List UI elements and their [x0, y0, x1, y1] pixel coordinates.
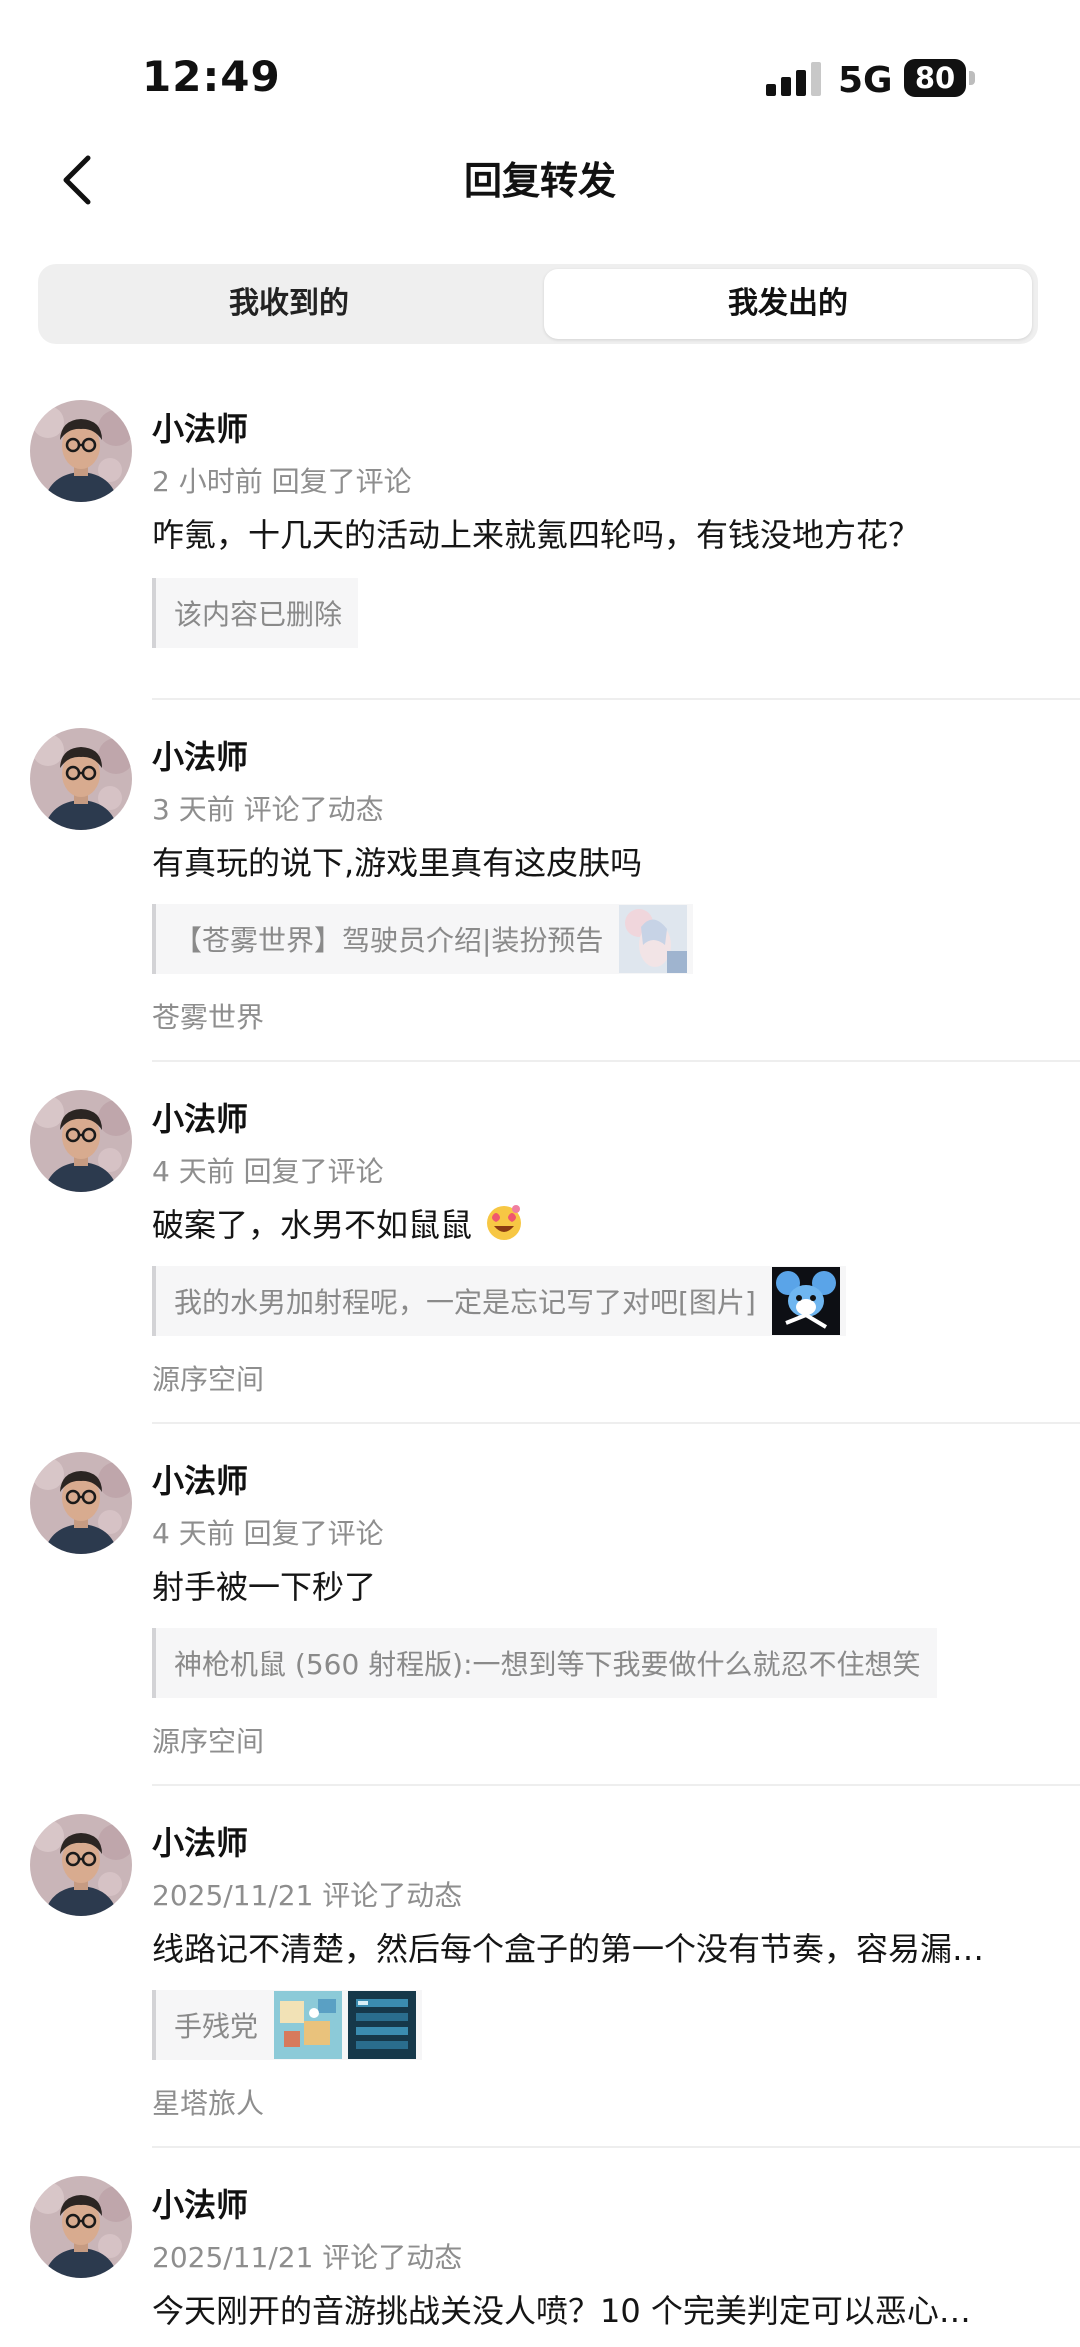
status-time: 12:49 [142, 52, 281, 101]
user-name: 小法师 [152, 738, 249, 776]
list-item[interactable]: 小法师 2025/11/21 评论了动态 线路记不清楚，然后每个盒子的第一个没有… [0, 1814, 1080, 2144]
user-name: 小法师 [152, 1100, 249, 1138]
list-item[interactable]: 小法师 4 天前 回复了评论 破案了，水男不如鼠鼠 我的水男加射程呢，一定是忘记… [0, 1090, 1080, 1420]
list-item[interactable]: 小法师 2025/11/21 评论了动态 今天刚开的音游挑战关没人喷？10 个完… [0, 2176, 1080, 2347]
quote-thumbnail [348, 1991, 417, 2059]
character-thumbnail-image [619, 905, 688, 973]
divider [152, 1784, 1080, 1786]
user-name: 小法师 [152, 1824, 249, 1862]
avatar[interactable] [30, 400, 132, 502]
avatar-image [30, 728, 132, 830]
quoted-text: 【苍雾世界】驾驶员介绍|装扮预告 [174, 924, 604, 957]
user-name: 小法师 [152, 2186, 249, 2224]
tab-sent[interactable]: 我发出的 [544, 269, 1032, 339]
reply-content: 有真玩的说下,游戏里真有这皮肤吗 [152, 844, 643, 882]
item-meta: 2025/11/21 评论了动态 [152, 1879, 463, 1912]
quoted-content[interactable]: 我的水男加射程呢，一定是忘记写了对吧[图片] [152, 1266, 846, 1336]
page-title: 回复转发 [463, 159, 616, 203]
avatar-image [30, 1814, 132, 1916]
avatar[interactable] [30, 1814, 132, 1916]
item-meta: 2 小时前 回复了评论 [152, 465, 412, 498]
signal-icon [766, 62, 822, 96]
item-meta: 4 天前 回复了评论 [152, 1517, 384, 1550]
list-item[interactable]: 小法师 2 小时前 回复了评论 咋氪，十几天的活动上来就氪四轮吗，有钱没地方花？… [0, 400, 1080, 700]
avatar[interactable] [30, 2176, 132, 2278]
tab-received[interactable]: 我收到的 [44, 269, 534, 339]
replies-page: 12:49 5G 80 回复转发 我收到的 我发出的 小法师 2 小时前 回复了… [0, 0, 1080, 2347]
reply-content: 破案了，水男不如鼠鼠 [152, 1200, 1032, 1246]
quoted-text: 该内容已删除 [174, 598, 343, 631]
quoted-content[interactable]: 手残党 [152, 1990, 423, 2060]
avatar-image [30, 400, 132, 502]
avatar[interactable] [30, 1090, 132, 1192]
quoted-content[interactable]: 该内容已删除 [152, 578, 359, 648]
avatar-image [30, 2176, 132, 2278]
divider [152, 1060, 1080, 1062]
quote-thumbnail [771, 1267, 840, 1335]
game-menu-thumbnail-image [348, 1991, 417, 2059]
status-bar: 12:49 5G 80 [0, 0, 1080, 130]
quoted-content[interactable]: 【苍雾世界】驾驶员介绍|装扮预告 [152, 904, 694, 974]
quoted-text: 手残党 [174, 2010, 259, 2043]
quoted-text: 神枪机鼠 (560 射程版):一想到等下我要做什么就忍不住想笑 [174, 1648, 921, 1681]
game-screenshot-thumbnail-image [274, 1991, 343, 2059]
quote-thumbnail [619, 905, 688, 973]
quoted-content[interactable]: 神枪机鼠 (560 射程版):一想到等下我要做什么就忍不住想笑 [152, 1628, 937, 1698]
reply-content: 线路记不清楚，然后每个盒子的第一个没有节奏，容易漏… [152, 1930, 985, 1968]
segmented-tabs: 我收到的 我发出的 [38, 264, 1038, 344]
avatar[interactable] [30, 728, 132, 830]
nav-bar: 回复转发 [0, 130, 1080, 230]
avatar-image [30, 1452, 132, 1554]
battery-cap-icon [969, 71, 975, 85]
divider [152, 698, 1080, 700]
quote-thumbnail [274, 1991, 343, 2059]
network-type: 5G [838, 60, 893, 101]
avatar-image [30, 1090, 132, 1192]
mouse-character-thumbnail-image [771, 1267, 840, 1335]
item-meta: 2025/11/21 评论了动态 [152, 2241, 463, 2274]
divider [152, 2146, 1080, 2148]
list-item[interactable]: 小法师 3 天前 评论了动态 有真玩的说下,游戏里真有这皮肤吗 【苍雾世界】驾驶… [0, 728, 1080, 1058]
item-meta: 4 天前 回复了评论 [152, 1155, 384, 1188]
heart-eyes-emoji-icon [487, 1205, 522, 1240]
reply-content: 今天刚开的音游挑战关没人喷？10 个完美判定可以恶心… [152, 2292, 971, 2330]
list-item[interactable]: 小法师 4 天前 回复了评论 射手被一下秒了 神枪机鼠 (560 射程版):一想… [0, 1452, 1080, 1782]
reply-content: 咋氪，十几天的活动上来就氪四轮吗，有钱没地方花？ [152, 516, 921, 554]
reply-text: 破案了，水男不如鼠鼠 [152, 1206, 473, 1244]
source-name[interactable]: 星塔旅人 [152, 2082, 264, 2122]
quoted-text: 我的水男加射程呢，一定是忘记写了对吧[图片] [174, 1286, 756, 1319]
item-meta: 3 天前 评论了动态 [152, 793, 384, 826]
reply-content: 射手被一下秒了 [152, 1568, 377, 1606]
source-name[interactable]: 源序空间 [152, 1358, 264, 1398]
divider [152, 1422, 1080, 1424]
battery-icon: 80 [904, 59, 966, 97]
source-name[interactable]: 苍雾世界 [152, 996, 264, 1036]
avatar[interactable] [30, 1452, 132, 1554]
user-name: 小法师 [152, 410, 249, 448]
source-name[interactable]: 源序空间 [152, 1720, 264, 1760]
user-name: 小法师 [152, 1462, 249, 1500]
